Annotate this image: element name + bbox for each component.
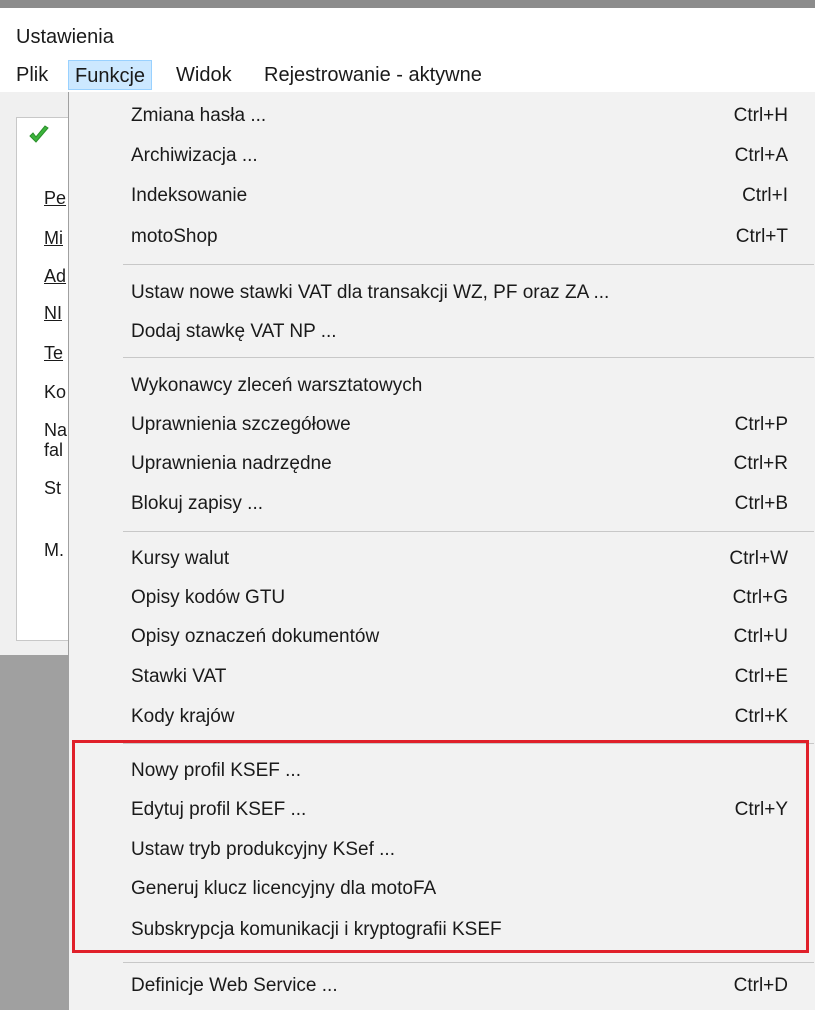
menu-item-label: Opisy oznaczeń dokumentów bbox=[131, 626, 380, 647]
window-title: Ustawienia bbox=[16, 26, 114, 48]
menu-item-kody-krajow[interactable]: Kody krajów Ctrl+K bbox=[69, 697, 814, 737]
menu-item-shortcut: Ctrl+E bbox=[734, 666, 788, 687]
form-label-ad: Ad bbox=[44, 266, 67, 286]
menu-item-shortcut: Ctrl+D bbox=[733, 975, 788, 996]
menu-item-zmiana-hasla[interactable]: Zmiana hasła ... Ctrl+H bbox=[69, 96, 814, 136]
menu-item-motoshop[interactable]: motoShop Ctrl+T bbox=[69, 217, 814, 257]
app-window: Ustawienia Plik Funkcje Widok Rejestrowa… bbox=[0, 0, 815, 1010]
menu-item-label: Wykonawcy zleceń warsztatowych bbox=[131, 375, 423, 396]
menubar-rejestrowanie[interactable]: Rejestrowanie - aktywne bbox=[258, 60, 488, 90]
menu-item-indeksowanie[interactable]: Indeksowanie Ctrl+I bbox=[69, 176, 814, 216]
menu-item-label: Blokuj zapisy ... bbox=[131, 493, 263, 514]
menu-item-shortcut: Ctrl+P bbox=[734, 414, 788, 435]
form-label-ko: Ko bbox=[44, 382, 67, 402]
menu-item-shortcut: Ctrl+U bbox=[733, 626, 788, 647]
menu-separator bbox=[123, 962, 814, 963]
menu-item-label: motoShop bbox=[131, 226, 218, 247]
menu-separator bbox=[123, 264, 814, 265]
menu-item-shortcut: Ctrl+H bbox=[733, 105, 788, 126]
menu-item-shortcut: Ctrl+R bbox=[733, 453, 788, 474]
menu-item-label: Stawki VAT bbox=[131, 666, 227, 687]
menu-item-shortcut: Ctrl+W bbox=[729, 548, 788, 569]
window-background-dark bbox=[0, 655, 70, 1010]
form-label-mi: Mi bbox=[44, 228, 63, 248]
menu-item-shortcut: Ctrl+I bbox=[742, 185, 788, 206]
menu-item-label: Zmiana hasła ... bbox=[131, 105, 267, 126]
menu-item-label: Dodaj stawkę VAT NP ... bbox=[131, 321, 337, 342]
menu-item-label: Ustaw nowe stawki VAT dla transakcji WZ,… bbox=[131, 282, 610, 303]
menu-item-shortcut: Ctrl+B bbox=[734, 493, 788, 514]
form-label-pe: Pe bbox=[44, 188, 67, 208]
form-label-na: Na bbox=[44, 420, 68, 440]
menu-item-label: Archiwizacja ... bbox=[131, 145, 258, 166]
menu-item-label: Kursy walut bbox=[131, 548, 230, 569]
menu-separator bbox=[123, 531, 814, 532]
menu-item-opisy-kodow-gtu[interactable]: Opisy kodów GTU Ctrl+G bbox=[69, 578, 814, 618]
menu-item-shortcut: Ctrl+K bbox=[734, 706, 788, 727]
menu-item-archiwizacja[interactable]: Archiwizacja ... Ctrl+A bbox=[69, 136, 814, 176]
menu-item-uprawnienia-nadrzedne[interactable]: Uprawnienia nadrzędne Ctrl+R bbox=[69, 444, 814, 484]
menu-item-blokuj-zapisy[interactable]: Blokuj zapisy ... Ctrl+B bbox=[69, 484, 814, 524]
form-label-te: Te bbox=[44, 343, 64, 363]
menu-item-label: Uprawnienia szczegółowe bbox=[131, 414, 351, 435]
form-label-m: M. bbox=[44, 540, 64, 560]
menu-item-label: Indeksowanie bbox=[131, 185, 248, 206]
form-label-fal: fal bbox=[44, 440, 64, 460]
menubar-plik[interactable]: Plik bbox=[10, 60, 54, 90]
window-top-border bbox=[0, 0, 815, 8]
menu-item-definicje-web-service[interactable]: Definicje Web Service ... Ctrl+D bbox=[69, 966, 814, 1006]
menu-item-dodaj-stawke-vat-np[interactable]: Dodaj stawkę VAT NP ... bbox=[69, 312, 814, 352]
menu-item-stawki-vat[interactable]: Stawki VAT Ctrl+E bbox=[69, 657, 814, 697]
menu-item-ustaw-stawki-vat[interactable]: Ustaw nowe stawki VAT dla transakcji WZ,… bbox=[69, 273, 814, 313]
menubar-funkcje[interactable]: Funkcje bbox=[68, 60, 153, 90]
ksef-highlight-box bbox=[72, 740, 809, 953]
form-label-ni: NI bbox=[44, 303, 62, 323]
menu-item-label: Opisy kodów GTU bbox=[131, 587, 286, 608]
menu-separator bbox=[123, 357, 814, 358]
menu-item-label: Uprawnienia nadrzędne bbox=[131, 453, 332, 474]
menu-item-shortcut: Ctrl+G bbox=[732, 587, 788, 608]
menu-item-uprawnienia-szczegolowe[interactable]: Uprawnienia szczegółowe Ctrl+P bbox=[69, 405, 814, 445]
menubar: Plik Funkcje Widok Rejestrowanie - aktyw… bbox=[0, 58, 815, 92]
menubar-widok[interactable]: Widok bbox=[170, 60, 238, 90]
menu-item-wykonawcy-zlecen[interactable]: Wykonawcy zleceń warsztatowych bbox=[69, 366, 814, 406]
menu-item-shortcut: Ctrl+T bbox=[735, 226, 788, 247]
menu-item-kursy-walut[interactable]: Kursy walut Ctrl+W bbox=[69, 539, 814, 579]
checkmark-icon bbox=[29, 125, 49, 143]
menu-item-shortcut: Ctrl+A bbox=[734, 145, 788, 166]
menu-item-opisy-oznaczen[interactable]: Opisy oznaczeń dokumentów Ctrl+U bbox=[69, 617, 814, 657]
menu-item-label: Kody krajów bbox=[131, 706, 235, 727]
menu-item-label: Definicje Web Service ... bbox=[131, 975, 338, 996]
form-label-st: St bbox=[44, 478, 62, 498]
